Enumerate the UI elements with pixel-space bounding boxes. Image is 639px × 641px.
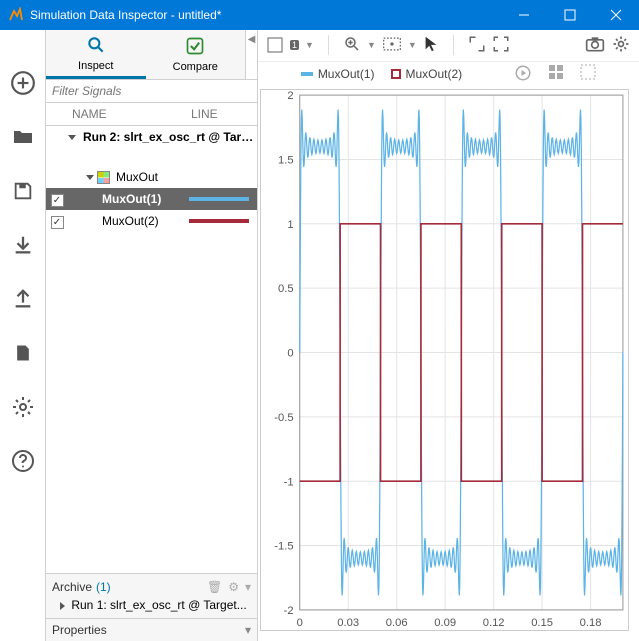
signal-label: MuxOut(1) [68,192,189,206]
signal-row[interactable]: ✓ MuxOut(2) [46,210,257,232]
archive-label: Archive [52,580,92,594]
maximize-button[interactable] [547,0,593,30]
legend-swatch [391,69,401,79]
snapshot-icon[interactable] [585,35,605,56]
open-folder-icon[interactable] [10,124,36,150]
archive-item-label: Run 1: slrt_ex_osc_rt @ Target... [71,598,246,612]
svg-text:0.15: 0.15 [531,617,553,629]
filter-input[interactable] [46,80,257,102]
svg-text:-1.5: -1.5 [274,540,293,552]
archive-count: (1) [96,580,111,594]
archive-section: Archive (1) 🗑 ⚙ ▾ Run 1: slrt_ex_osc_rt … [46,573,257,618]
fullscreen-icon[interactable] [492,35,510,56]
column-header: NAME LINE [46,103,257,126]
save-icon[interactable] [10,178,36,204]
svg-text:-2: -2 [284,605,294,617]
run-label: Run 2: slrt_ex_osc_rt @ Target... [79,130,257,144]
tab-compare-label: Compare [173,61,218,73]
close-button[interactable] [593,0,639,30]
checkbox-icon[interactable]: ✓ [51,194,64,207]
signal-label: MuxOut(2) [68,214,189,228]
magnifier-icon [86,35,106,58]
zoom-icon[interactable] [343,35,361,56]
properties-label: Properties [52,623,107,637]
line-swatch [189,219,249,223]
trash-icon[interactable]: 🗑 [207,580,222,594]
svg-text:0.09: 0.09 [434,617,456,629]
svg-text:2: 2 [287,90,293,102]
pointer-icon[interactable] [423,35,439,56]
svg-text:-1: -1 [284,476,294,488]
grid-dashed-icon[interactable] [580,64,596,85]
title-bar: Simulation Data Inspector - untitled* [0,0,639,30]
checkmark-icon [185,36,205,59]
import-icon[interactable] [10,232,36,258]
expand-icon[interactable] [468,35,486,56]
chevron-down-icon: ▾ [245,623,251,637]
tab-inspect[interactable]: Inspect [46,30,146,79]
svg-text:0.18: 0.18 [580,617,602,629]
properties-bar[interactable]: Properties ▾ [46,618,257,641]
mux-icon [97,171,110,184]
grid-4-icon[interactable] [548,64,564,85]
stream-icon[interactable] [514,64,532,85]
signal-row[interactable]: ✓ MuxOut(1) [46,188,257,210]
layout-badge: 1 [290,40,299,50]
svg-text:-0.5: -0.5 [274,412,293,424]
svg-text:0.06: 0.06 [386,617,408,629]
svg-text:0: 0 [297,617,303,629]
help-icon[interactable] [10,448,36,474]
tab-compare[interactable]: Compare [146,30,246,79]
window-title: Simulation Data Inspector - untitled* [30,8,501,22]
col-name: NAME [68,103,187,125]
signal-panel: Inspect Compare ◀ NAME LINE Run 2: slrt_… [46,30,258,641]
signal-tree: Run 2: slrt_ex_osc_rt @ Target... MuxOut… [46,126,257,573]
svg-text:1.5: 1.5 [278,154,294,166]
svg-text:0.12: 0.12 [483,617,505,629]
gear-icon[interactable]: ⚙ [228,580,239,594]
svg-text:0.5: 0.5 [278,283,294,295]
signal-group-row[interactable]: MuxOut [46,166,257,188]
chevron-down-icon[interactable]: ▾ [245,580,251,594]
minimize-button[interactable] [501,0,547,30]
plot-toolbar: 1 ▼ ▼ ▼ [258,30,639,62]
settings-icon[interactable] [611,34,631,57]
fit-icon[interactable] [382,36,402,55]
plot-legend: MuxOut(1) MuxOut(2) [258,62,639,89]
svg-text:0: 0 [287,347,293,359]
group-label: MuxOut [114,170,257,184]
line-swatch [189,197,249,201]
col-line: LINE [187,103,257,125]
chart-area: 1 ▼ ▼ ▼ MuxOut(1) MuxOut(2) [258,30,639,641]
plot-canvas[interactable]: -2 -1.5 -1 -0.5 0 0.5 1 1.5 2 0 0.03 0.06 0.09 0.12 0.… [260,89,629,631]
legend-label: MuxOut(2) [406,67,463,81]
archive-item[interactable]: Run 1: slrt_ex_osc_rt @ Target... [52,598,251,612]
checkbox-icon[interactable]: ✓ [51,216,64,229]
run-row[interactable]: Run 2: slrt_ex_osc_rt @ Target... [46,126,257,148]
export-icon[interactable] [10,286,36,312]
collapse-panel-handle[interactable]: ◀ [245,30,257,80]
tab-inspect-label: Inspect [78,60,113,72]
svg-text:0.03: 0.03 [337,617,359,629]
layout-picker[interactable]: 1 ▼ [266,36,314,54]
new-document-icon[interactable] [10,340,36,366]
preferences-icon[interactable] [10,394,36,420]
legend-swatch [301,72,313,76]
legend-label: MuxOut(1) [318,67,375,81]
left-icon-strip [0,30,46,641]
app-logo-icon [8,7,24,23]
add-icon[interactable] [10,70,36,96]
filter-bar [46,80,257,103]
svg-text:1: 1 [287,219,293,231]
